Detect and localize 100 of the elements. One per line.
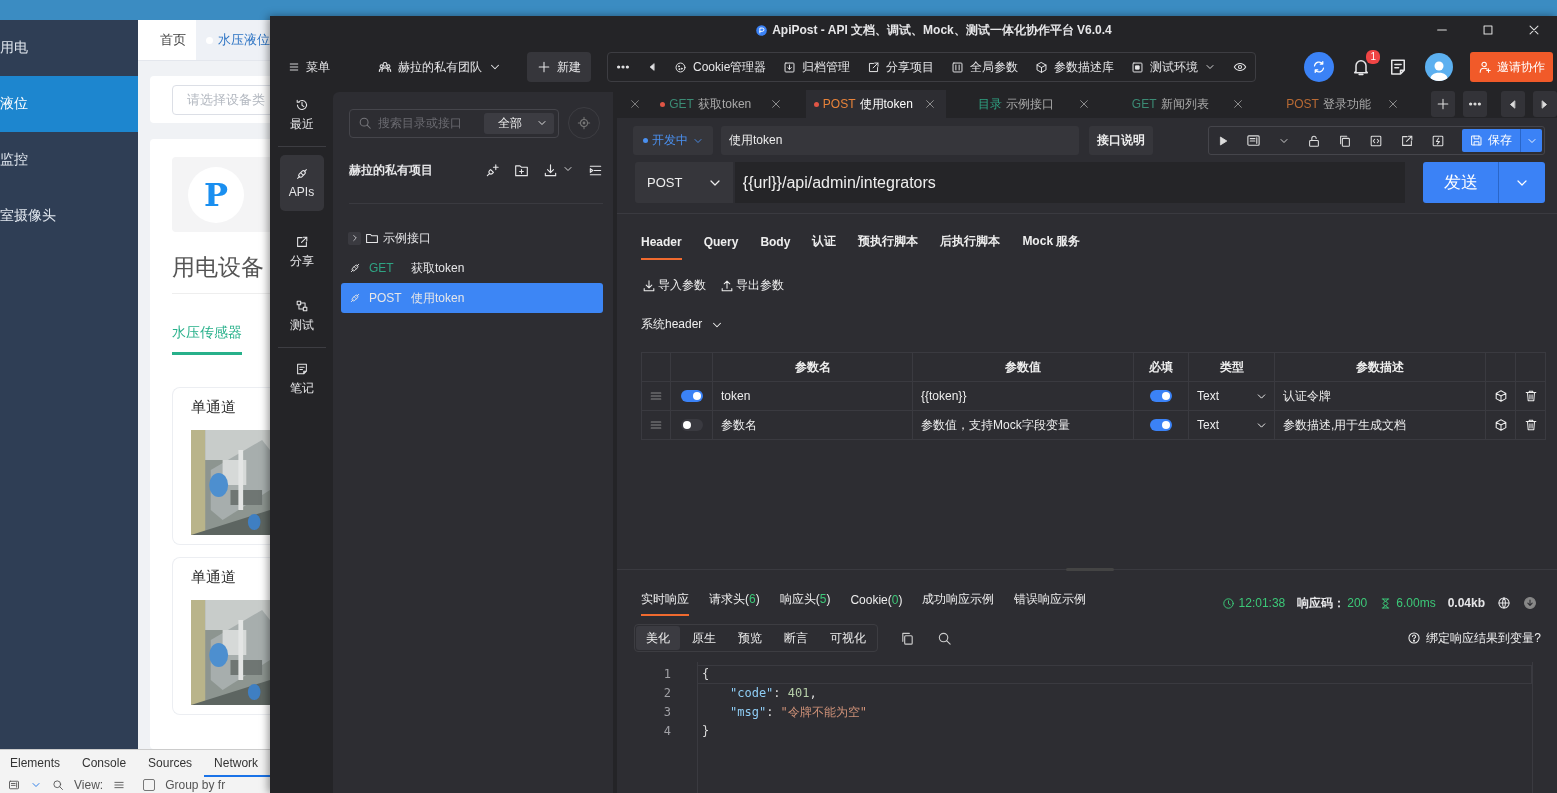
avatar[interactable] bbox=[1425, 53, 1453, 81]
close-icon[interactable] bbox=[1077, 98, 1090, 110]
view-tab[interactable]: 美化 bbox=[636, 626, 680, 650]
search-icon[interactable] bbox=[52, 779, 64, 791]
globe-icon[interactable] bbox=[1497, 596, 1511, 610]
notes-button[interactable] bbox=[1388, 57, 1408, 77]
request-section-tab[interactable]: Header bbox=[641, 232, 682, 260]
nav-item[interactable]: 分享 bbox=[279, 229, 324, 275]
response-tab[interactable]: 请求头(6) bbox=[709, 590, 760, 616]
menu-button[interactable]: 菜单 bbox=[288, 58, 330, 76]
copy-icon[interactable] bbox=[1338, 133, 1352, 148]
response-tab[interactable]: 错误响应示例 bbox=[1014, 590, 1087, 616]
name-field[interactable]: 使用token bbox=[721, 126, 1079, 155]
checkbox[interactable] bbox=[143, 779, 156, 791]
tree-item[interactable]: 示例接口 bbox=[341, 223, 603, 253]
toolbar-button[interactable]: 全局参数 bbox=[951, 58, 1019, 76]
page-tab[interactable]: 首页 bbox=[150, 20, 196, 60]
view-tab[interactable]: 可视化 bbox=[820, 626, 876, 650]
close-icon[interactable] bbox=[628, 98, 641, 110]
cube-icon[interactable] bbox=[1493, 418, 1508, 432]
new-button[interactable]: 新建 bbox=[527, 52, 591, 82]
placeholder-cell[interactable]: 参数描述,用于生成文档 bbox=[1274, 410, 1486, 440]
table-cell[interactable]: {{token}} bbox=[912, 381, 1134, 411]
request-section-tab[interactable]: 后执行脚本 bbox=[940, 232, 1001, 260]
devtools-tab[interactable]: Console bbox=[72, 750, 139, 777]
copy-icon[interactable] bbox=[900, 630, 915, 646]
toolbar-button[interactable]: 参数描述库 bbox=[1035, 58, 1115, 76]
toolbar-button[interactable]: Cookie管理器 bbox=[674, 58, 767, 76]
close-icon[interactable] bbox=[769, 98, 782, 110]
add-tab-button[interactable] bbox=[1430, 91, 1455, 117]
scroll-left-button[interactable] bbox=[1500, 91, 1525, 117]
view-tab[interactable]: 原生 bbox=[682, 626, 726, 650]
toolbar-button[interactable]: 分享项目 bbox=[867, 58, 935, 76]
team-selector[interactable]: 赫拉的私有团队 bbox=[378, 58, 502, 76]
toggle-switch[interactable] bbox=[1150, 419, 1172, 431]
list-view-icon[interactable] bbox=[113, 779, 126, 791]
preview-button[interactable] bbox=[1233, 60, 1248, 74]
close-icon[interactable] bbox=[1232, 98, 1245, 110]
response-tab[interactable]: 响应头(5) bbox=[779, 590, 831, 616]
toolbar-button[interactable]: 归档管理 bbox=[783, 58, 851, 76]
request-tab[interactable]: GET 新闻列表 bbox=[1113, 90, 1255, 118]
play-icon[interactable] bbox=[1217, 134, 1229, 147]
save-button[interactable]: 保存 bbox=[1462, 129, 1520, 152]
placeholder-cell[interactable]: 参数值，支持Mock字段变量 bbox=[912, 410, 1134, 440]
nav-item[interactable]: APIs bbox=[279, 155, 324, 211]
scroll-right-button[interactable] bbox=[1532, 91, 1557, 117]
request-section-tab[interactable]: 认证 bbox=[812, 232, 837, 260]
doc-button[interactable]: 接口说明 bbox=[1089, 126, 1153, 155]
status-dropdown[interactable]: 开发中 bbox=[633, 126, 713, 155]
view-tab[interactable]: 预览 bbox=[728, 626, 772, 650]
toolbar-button[interactable]: 测试环境 bbox=[1131, 58, 1217, 76]
sidebar-item[interactable]: 监控 bbox=[0, 132, 138, 188]
request-section-tab[interactable]: Body bbox=[760, 232, 791, 260]
code-icon[interactable] bbox=[1369, 133, 1383, 148]
request-tab[interactable]: GET 获取token bbox=[652, 90, 792, 118]
nav-item[interactable]: 测试 bbox=[279, 293, 324, 339]
placeholder-cell[interactable]: 参数名 bbox=[712, 410, 913, 440]
indent-icon[interactable] bbox=[588, 163, 603, 178]
document-icon[interactable] bbox=[1246, 133, 1261, 148]
devtools-tab[interactable]: Elements bbox=[0, 750, 73, 777]
sidebar-item[interactable]: 液位 bbox=[0, 76, 138, 132]
toggle-switch[interactable] bbox=[1150, 390, 1172, 402]
cube-icon[interactable] bbox=[1493, 389, 1508, 403]
share-icon[interactable] bbox=[1400, 133, 1414, 148]
drag-handle-icon[interactable] bbox=[649, 418, 663, 432]
notifications-button[interactable] bbox=[1351, 57, 1371, 77]
url-field[interactable]: {{url}}/api/admin/integrators bbox=[734, 162, 1405, 203]
export-button[interactable]: 导出参数 bbox=[720, 277, 784, 294]
method-select[interactable]: POST bbox=[635, 162, 733, 203]
request-tab[interactable]: POST 使用token bbox=[805, 90, 946, 118]
lightning-icon[interactable] bbox=[1431, 133, 1445, 148]
unlock-icon[interactable] bbox=[1307, 133, 1321, 148]
sidebar-item[interactable]: 用电 bbox=[0, 20, 138, 76]
view-tab[interactable]: 断言 bbox=[774, 626, 818, 650]
toggle-switch[interactable] bbox=[680, 390, 703, 402]
close-icon[interactable] bbox=[1386, 98, 1399, 110]
import-button[interactable]: 导入参数 bbox=[642, 277, 706, 294]
table-cell[interactable]: 认证令牌 bbox=[1274, 381, 1486, 411]
trash-icon[interactable] bbox=[1523, 418, 1538, 432]
sync-button[interactable] bbox=[1304, 52, 1334, 82]
send-button[interactable]: 发送 bbox=[1423, 162, 1498, 203]
folder-plus-icon[interactable] bbox=[514, 163, 529, 178]
devtools-tab[interactable]: Sources bbox=[138, 750, 205, 777]
request-section-tab[interactable]: Mock 服务 bbox=[1022, 232, 1081, 260]
drag-handle-icon[interactable] bbox=[649, 389, 663, 403]
filter-dropdown[interactable]: 全部 bbox=[484, 112, 554, 134]
toggle-switch[interactable] bbox=[680, 419, 703, 431]
bind-variable-link[interactable]: 绑定响应结果到变量? bbox=[1407, 629, 1541, 647]
response-tab[interactable]: 实时响应 bbox=[641, 590, 689, 616]
nav-item[interactable]: 笔记 bbox=[279, 356, 324, 402]
trash-icon[interactable] bbox=[1523, 389, 1538, 403]
nav-item[interactable]: 最近 bbox=[279, 92, 324, 138]
response-tab[interactable]: 成功响应示例 bbox=[922, 590, 995, 616]
request-section-tab[interactable]: 预执行脚本 bbox=[858, 232, 919, 260]
sidebar-item[interactable]: 室摄像头 bbox=[0, 188, 138, 244]
close-icon[interactable] bbox=[923, 98, 936, 110]
page-tab[interactable]: 水压液位 bbox=[196, 20, 270, 60]
table-cell[interactable]: token bbox=[712, 381, 913, 411]
request-section-tab[interactable]: Query bbox=[703, 232, 739, 260]
response-tab[interactable]: Cookie(0) bbox=[850, 590, 903, 616]
